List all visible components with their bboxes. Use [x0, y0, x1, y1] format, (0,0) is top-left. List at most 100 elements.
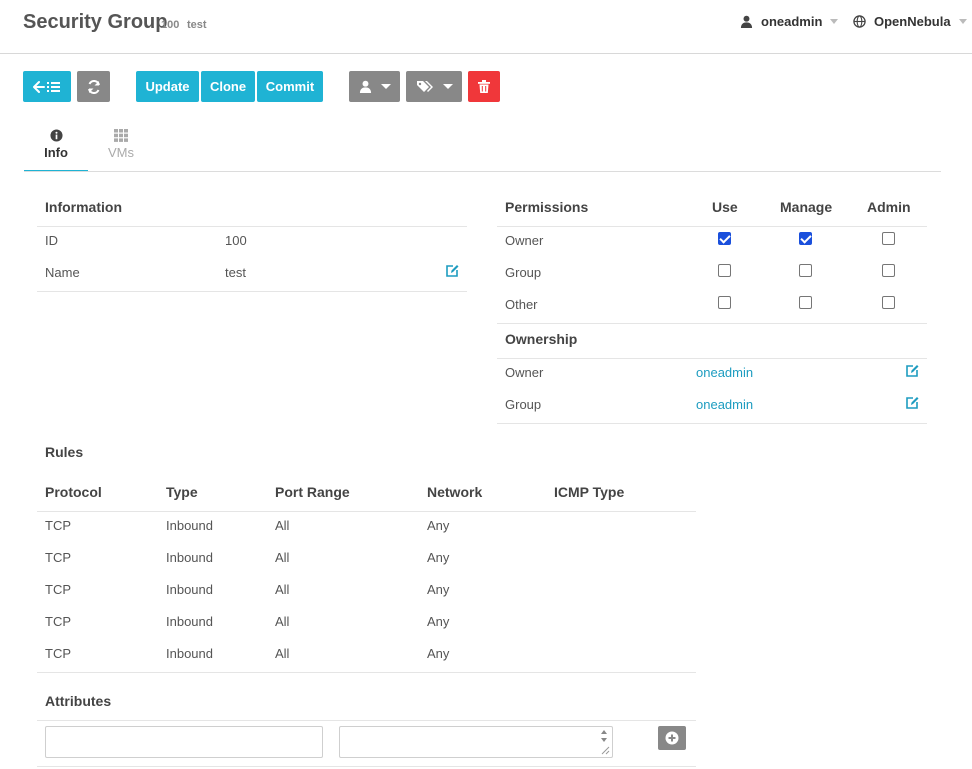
owner-manage-checkbox[interactable] [799, 232, 812, 245]
rules-col-network: Network [427, 484, 483, 500]
delete-button[interactable] [468, 71, 500, 102]
other-manage-checkbox[interactable] [799, 296, 812, 309]
divider [37, 766, 696, 767]
rule-port-range: All [275, 518, 290, 533]
rules-col-type: Type [166, 484, 198, 500]
other-use-checkbox[interactable] [718, 296, 731, 309]
owner-use-checkbox[interactable] [718, 232, 731, 245]
chevron-down-icon [442, 84, 453, 89]
header: Security Group 100 test oneadmin OpenNeb… [0, 0, 972, 54]
ownership-owner-link[interactable]: oneadmin [696, 365, 753, 380]
group-use-checkbox[interactable] [718, 264, 731, 277]
rule-type: Inbound [166, 582, 213, 597]
plus-circle-icon [665, 731, 679, 745]
rule-port-range: All [275, 614, 290, 629]
chevron-down-icon [830, 19, 839, 24]
textarea-resize-icon [601, 746, 610, 755]
rule-network: Any [427, 518, 450, 533]
divider [37, 720, 696, 721]
chevron-down-icon [380, 84, 391, 89]
commit-button[interactable]: Commit [257, 71, 323, 102]
other-admin-checkbox[interactable] [882, 296, 895, 309]
info-value-id: 100 [225, 233, 247, 248]
perm-col-use: Use [712, 199, 738, 215]
refresh-icon [87, 79, 100, 94]
rules-col-icmp-type: ICMP Type [554, 484, 625, 500]
info-label-name: Name [45, 265, 80, 280]
perm-row-group: Group [505, 265, 542, 280]
rule-network: Any [427, 646, 450, 661]
divider [497, 226, 927, 227]
chevron-down-icon [958, 19, 967, 24]
owner-admin-checkbox[interactable] [882, 232, 895, 245]
divider [37, 226, 467, 227]
title-name: test [187, 19, 207, 31]
rule-port-range: All [275, 582, 290, 597]
group-admin-checkbox[interactable] [882, 264, 895, 277]
rule-network: Any [427, 550, 450, 565]
page-title: Security Group [23, 11, 168, 33]
rules-col-protocol: Protocol [45, 484, 102, 500]
attributes-heading: Attributes [45, 693, 112, 709]
user-icon [740, 15, 753, 28]
rule-network: Any [427, 614, 450, 629]
ownership-group-link[interactable]: oneadmin [696, 397, 753, 412]
edit-name-icon[interactable] [445, 264, 459, 278]
perm-col-admin: Admin [867, 199, 911, 215]
user-menu[interactable]: oneadmin [740, 14, 839, 29]
rule-protocol: TCP [45, 582, 71, 597]
divider [37, 291, 467, 292]
tags-icon [416, 81, 433, 92]
info-icon [49, 129, 63, 142]
add-attribute-button[interactable] [658, 726, 686, 750]
rules-heading: Rules [45, 444, 84, 460]
change-owner-button[interactable] [349, 71, 400, 102]
edit-owner-icon[interactable] [905, 364, 919, 378]
clone-button[interactable]: Clone [201, 71, 255, 102]
rule-protocol: TCP [45, 550, 71, 565]
globe-icon [853, 15, 866, 28]
rule-type: Inbound [166, 614, 213, 629]
attribute-key-input[interactable] [45, 726, 323, 758]
ownership-label-owner: Owner [505, 365, 544, 380]
scroll-arrows-icon [601, 730, 607, 742]
rule-type: Inbound [166, 518, 213, 533]
tab-vms-label: VMs [108, 145, 134, 160]
perm-row-owner: Owner [505, 233, 544, 248]
ownership-label-group: Group [505, 397, 542, 412]
information-heading: Information [45, 199, 122, 215]
divider [497, 358, 927, 359]
rules-col-port-range: Port Range [275, 484, 350, 500]
perm-row-other: Other [505, 297, 538, 312]
back-list-icon [33, 80, 60, 93]
permissions-heading: Permissions [505, 199, 589, 215]
tab-info-label: Info [44, 145, 68, 160]
trash-icon [478, 80, 490, 93]
divider [497, 423, 927, 424]
labels-button[interactable] [406, 71, 462, 102]
attribute-value-textarea[interactable] [339, 726, 613, 758]
zone-menu[interactable]: OpenNebula [853, 14, 967, 29]
user-name: oneadmin [761, 14, 823, 29]
rule-type: Inbound [166, 646, 213, 661]
tab-info[interactable]: Info [24, 128, 88, 172]
user-icon [359, 80, 371, 93]
grid-icon [114, 129, 128, 142]
back-to-list-button[interactable] [23, 71, 71, 102]
edit-group-icon[interactable] [905, 396, 919, 410]
group-manage-checkbox[interactable] [799, 264, 812, 277]
perm-col-manage: Manage [780, 199, 833, 215]
rule-protocol: TCP [45, 614, 71, 629]
info-value-name: test [225, 265, 246, 280]
rule-protocol: TCP [45, 518, 71, 533]
rule-protocol: TCP [45, 646, 71, 661]
tab-vms[interactable]: VMs [89, 128, 153, 172]
tabs-divider [24, 171, 941, 172]
update-button[interactable]: Update [136, 71, 199, 102]
rule-port-range: All [275, 550, 290, 565]
divider [37, 511, 696, 512]
refresh-button[interactable] [77, 71, 110, 102]
rule-network: Any [427, 582, 450, 597]
zone-name: OpenNebula [874, 14, 951, 29]
divider [497, 323, 927, 324]
